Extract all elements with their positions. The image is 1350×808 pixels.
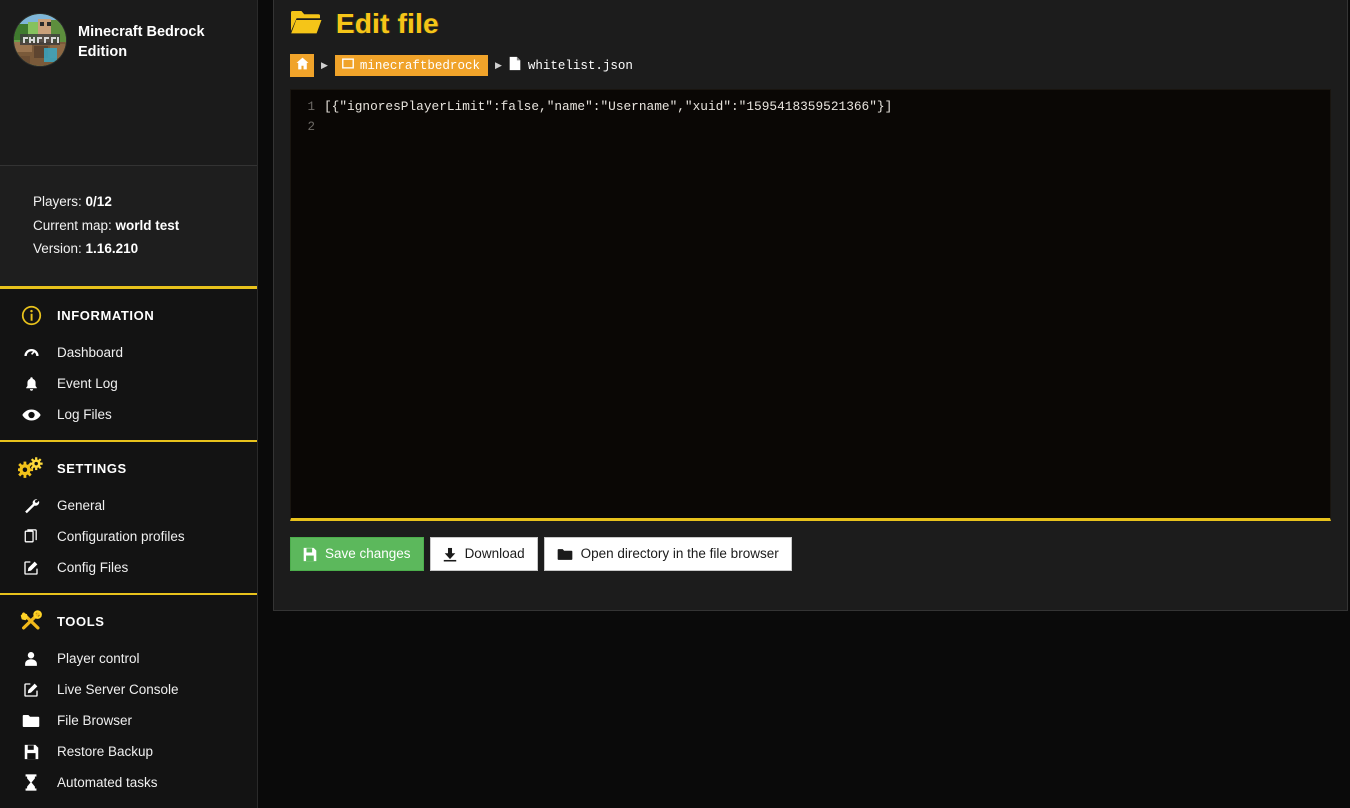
download-icon	[443, 547, 457, 562]
folder-outline-icon	[342, 58, 354, 73]
section-label: TOOLS	[57, 614, 105, 629]
sidebar-item-automated-tasks[interactable]: Automated tasks	[0, 767, 257, 798]
sidebar-item-label: Dashboard	[57, 342, 123, 363]
sidebar-item-label: Live Server Console	[57, 679, 179, 700]
server-players-row: Players: 0/12	[33, 190, 257, 213]
breadcrumb-folder-label: minecraftbedrock	[360, 59, 480, 73]
breadcrumb-separator-icon: ▶	[321, 61, 328, 70]
save-disk-icon	[16, 741, 46, 762]
sidebar-item-label: Automated tasks	[57, 772, 158, 793]
breadcrumb-home-button[interactable]	[290, 54, 314, 77]
save-changes-label: Save changes	[325, 545, 411, 563]
server-players-value: 0/12	[86, 194, 112, 209]
sidebar-item-event-log[interactable]: Event Log	[0, 368, 257, 399]
edit-square-icon	[16, 557, 46, 578]
sidebar: Minecraft Bedrock Edition Players: 0/12 …	[0, 0, 258, 808]
download-button[interactable]: Download	[430, 537, 538, 571]
sidebar-item-label: Restore Backup	[57, 741, 153, 762]
sidebar-item-log-files[interactable]: Log Files	[0, 399, 257, 430]
server-version-label: Version:	[33, 241, 82, 256]
line-number-1: 1	[307, 100, 315, 114]
nav-section-information: INFORMATION Dashboard Event Log Log File…	[0, 289, 257, 442]
breadcrumb: ▶ minecraftbedrock ▶ whitelist.json	[290, 44, 1331, 89]
sidebar-item-configuration-profiles[interactable]: Configuration profiles	[0, 521, 257, 552]
page-title: Edit file	[290, 0, 1331, 44]
copy-icon	[16, 526, 46, 547]
section-header-tools: TOOLS	[0, 595, 257, 643]
breadcrumb-file: whitelist.json	[509, 56, 633, 75]
home-icon	[296, 57, 309, 75]
page-title-text: Edit file	[336, 8, 439, 40]
server-version-row: Version: 1.16.210	[33, 237, 257, 260]
section-label: SETTINGS	[57, 461, 127, 476]
eye-icon	[16, 404, 46, 425]
save-changes-button[interactable]: Save changes	[290, 537, 424, 571]
file-editor[interactable]: 12 [{"ignoresPlayerLimit":false,"name":"…	[290, 89, 1331, 521]
brand-title: Minecraft Bedrock Edition	[78, 14, 245, 62]
section-header-settings: SETTINGS	[0, 442, 257, 490]
minecraft-logo-icon	[14, 14, 66, 66]
info-circle-icon	[16, 303, 46, 327]
breadcrumb-folder-minecraftbedrock[interactable]: minecraftbedrock	[335, 55, 488, 76]
bell-icon	[16, 373, 46, 394]
save-disk-icon	[303, 547, 317, 562]
nav-section-tools: TOOLS Player control Live Server Console…	[0, 595, 257, 808]
nav-section-settings: SETTINGS General Configuration profiles …	[0, 442, 257, 595]
folder-icon	[16, 710, 46, 731]
sidebar-item-live-server-console[interactable]: Live Server Console	[0, 674, 257, 705]
editor-line-numbers: 12	[291, 90, 315, 518]
wrench-icon	[16, 495, 46, 516]
sidebar-item-label: File Browser	[57, 710, 132, 731]
sidebar-item-player-control[interactable]: Player control	[0, 643, 257, 674]
breadcrumb-separator-icon-2: ▶	[495, 61, 502, 70]
edit-file-panel: Edit file ▶ minecraftbedrock ▶ whitelis	[273, 0, 1348, 611]
sidebar-item-label: Config Files	[57, 557, 128, 578]
sidebar-item-restore-backup[interactable]: Restore Backup	[0, 736, 257, 767]
dashboard-gauge-icon	[16, 342, 46, 363]
tools-cross-icon	[16, 609, 46, 633]
user-icon	[16, 648, 46, 669]
server-players-label: Players:	[33, 194, 82, 209]
gears-icon	[16, 456, 46, 480]
sidebar-item-label: Player control	[57, 648, 140, 669]
section-header-information: INFORMATION	[0, 289, 257, 337]
brand-header: Minecraft Bedrock Edition	[0, 0, 257, 166]
server-map-value: world test	[116, 218, 180, 233]
server-map-row: Current map: world test	[33, 214, 257, 237]
folder-icon	[557, 548, 573, 561]
breadcrumb-file-label: whitelist.json	[528, 59, 633, 73]
sidebar-item-file-browser[interactable]: File Browser	[0, 705, 257, 736]
edit-square-icon	[16, 679, 46, 700]
sidebar-item-label: Event Log	[57, 373, 118, 394]
editor-code-area[interactable]: [{"ignoresPlayerLimit":false,"name":"Use…	[315, 90, 1330, 518]
hourglass-icon	[16, 772, 46, 793]
server-map-label: Current map:	[33, 218, 112, 233]
folder-open-icon	[290, 9, 322, 40]
sidebar-item-label: Configuration profiles	[57, 526, 185, 547]
sidebar-item-label: General	[57, 495, 105, 516]
sidebar-item-config-files[interactable]: Config Files	[0, 552, 257, 583]
open-directory-label: Open directory in the file browser	[581, 545, 779, 563]
sidebar-item-general[interactable]: General	[0, 490, 257, 521]
open-directory-button[interactable]: Open directory in the file browser	[544, 537, 792, 571]
sidebar-item-dashboard[interactable]: Dashboard	[0, 337, 257, 368]
file-icon	[509, 56, 521, 75]
editor-action-bar: Save changes Download Open directory in …	[290, 521, 1331, 571]
main-content: Edit file ▶ minecraftbedrock ▶ whitelis	[258, 0, 1350, 808]
download-label: Download	[465, 545, 525, 563]
section-label: INFORMATION	[57, 308, 154, 323]
sidebar-item-label: Log Files	[57, 404, 112, 425]
server-version-value: 1.16.210	[86, 241, 139, 256]
line-number-2: 2	[307, 120, 315, 134]
server-info-panel: Players: 0/12 Current map: world test Ve…	[0, 166, 257, 289]
